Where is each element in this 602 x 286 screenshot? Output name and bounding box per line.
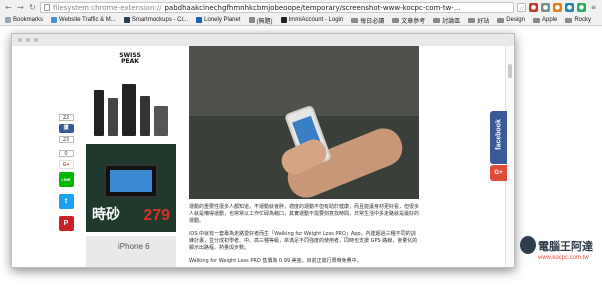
bookmark-folder[interactable]: 好站 [466, 16, 491, 25]
page-content: 22 讚 23 0 G+ LINE t P SWISS PEAK 時砂 279 [12, 46, 514, 267]
product-image [108, 98, 118, 136]
extension-icon-1[interactable]: ● [529, 3, 538, 12]
folder-icon [433, 17, 441, 23]
site-favicon-icon [280, 17, 287, 23]
bookmark-label: 討論區 [442, 18, 461, 25]
ad-swiss-peak[interactable]: SWISS PEAK [86, 50, 176, 140]
extension-toolbar: ☆ ● ● ● ● ● ≡ [517, 3, 598, 12]
share-sidebar: 22 讚 23 0 G+ LINE t P [56, 114, 76, 231]
bookmarks-bar: Bookmarks Website Traffic & M... Smartmo… [0, 15, 602, 26]
ad-iphone-label: iPhone 6 [118, 242, 150, 251]
extension-icon-3[interactable]: ● [553, 3, 562, 12]
bookmark-label: 文章參考 [401, 18, 426, 25]
star-icon[interactable]: ☆ [517, 3, 526, 12]
bookmark-item[interactable]: ImmiAccount - Login [279, 16, 346, 25]
product-image [140, 96, 150, 136]
pinterest-share-button[interactable]: P [58, 216, 74, 231]
bookmark-item[interactable]: Lonely Planet [194, 16, 242, 25]
ad-brand-logo: SWISS PEAK [119, 52, 141, 65]
back-arrow-icon[interactable]: ← [4, 3, 13, 13]
bookmark-item[interactable]: Smartmockups - Cr... [122, 16, 190, 25]
share-count: 22 [58, 114, 74, 121]
close-dot-icon[interactable] [18, 38, 22, 42]
folder-icon [468, 17, 476, 23]
menu-icon[interactable]: ≡ [589, 3, 598, 12]
gplus-floating-tab[interactable]: G+ [490, 165, 507, 181]
watermark-url: www.kocpc.com.tw [538, 255, 589, 261]
bookmarks-apps-button[interactable]: Bookmarks [3, 16, 45, 25]
site-favicon-icon [123, 17, 130, 23]
article-body: 運動的重要性很多人都知道，不運動就會胖，適度的運動不但有助於健康，而且能讓身材更… [189, 204, 420, 267]
watermark-logo-icon [520, 236, 536, 254]
zoom-dot-icon[interactable] [34, 38, 38, 42]
gplus-button[interactable]: G+ [58, 160, 74, 169]
window-titlebar [12, 34, 514, 46]
facebook-like-button[interactable]: 讚 [58, 124, 74, 133]
screenshot-window: 22 讚 23 0 G+ LINE t P SWISS PEAK 時砂 279 [11, 33, 515, 268]
folder-icon [497, 17, 505, 23]
article-paragraph: Walking for Weight Loss PRO 售價為 0.99 美金，… [189, 258, 362, 264]
reload-icon[interactable]: ↻ [28, 3, 37, 13]
site-favicon-icon [196, 17, 203, 23]
watermark-title: 電腦王阿達 [538, 240, 593, 253]
ad-iphone[interactable]: iPhone 6 [86, 236, 176, 267]
facebook-tab-label: facebook [495, 119, 503, 150]
apps-grid-icon [5, 17, 11, 23]
bookmark-folder[interactable]: 討論區 [431, 16, 462, 25]
folder-icon [532, 17, 540, 23]
bookmark-label: (無題) [256, 18, 273, 25]
ad-price: 279 [143, 207, 170, 224]
bookmark-folder[interactable]: 文章參考 [390, 16, 427, 25]
folder-icon [565, 17, 573, 23]
article-hero-photo [189, 46, 419, 199]
bookmark-item[interactable]: Website Traffic & M... [49, 16, 118, 25]
minimize-dot-icon[interactable] [26, 38, 30, 42]
site-favicon-icon [51, 17, 58, 23]
url-field[interactable]: filesystem:chrome-extension:// pabdhaakc… [40, 2, 514, 13]
like-count: 23 [58, 136, 74, 143]
twitter-share-button[interactable]: t [58, 194, 74, 209]
folder-icon [392, 17, 400, 23]
extension-icon-4[interactable]: ● [565, 3, 574, 12]
bookmark-folder[interactable]: Rocky [563, 16, 593, 25]
article-paragraph: iOS 中就有一套專為走路愛好者而生「Walking for Weight Lo… [189, 231, 418, 251]
bookmark-folder[interactable]: Apple [531, 16, 559, 25]
bookmark-label: Smartmockups - Cr... [131, 17, 189, 23]
bookmark-label: Apple [541, 17, 558, 23]
url-scheme: filesystem:chrome-extension:// [53, 3, 162, 12]
site-watermark: 電腦王阿達 www.kocpc.com.tw [520, 236, 600, 276]
line-share-button[interactable]: LINE [58, 172, 74, 187]
bookmark-folder[interactable]: 每日必讀 [349, 16, 386, 25]
product-image [154, 106, 168, 136]
page-icon [44, 4, 50, 11]
bookmark-label: Design [506, 17, 525, 23]
address-bar: ← → ↻ filesystem:chrome-extension:// pab… [0, 0, 602, 15]
bookmark-label: Website Traffic & M... [59, 17, 116, 23]
extension-icon-2[interactable]: ● [541, 3, 550, 12]
site-favicon-icon [248, 17, 255, 23]
tablet-image [104, 164, 158, 198]
bookmark-label: ImmiAccount - Login [288, 17, 344, 23]
ad-headline: 時砂 [92, 207, 120, 223]
folder-icon [351, 17, 359, 23]
bookmark-folder[interactable]: Design [495, 16, 527, 25]
product-image [94, 90, 104, 136]
bookmark-label: 每日必讀 [360, 18, 385, 25]
facebook-floating-tab[interactable]: facebook [490, 111, 507, 164]
gplus-count: 0 [58, 150, 74, 157]
url-path: pabdhaakclnechgfhmnhkcbmjobeoope/tempora… [164, 3, 461, 12]
scrollbar-thumb[interactable] [508, 64, 512, 78]
ad-tablet-promo[interactable]: 時砂 279 [86, 144, 176, 232]
bookmarks-apps-label: Bookmarks [13, 17, 44, 23]
ads-column: SWISS PEAK 時砂 279 iPhone 6 [86, 50, 190, 267]
article-paragraph: 運動的重要性很多人都知道，不運動就會胖，適度的運動不但有助於健康，而且能讓身材更… [189, 204, 420, 224]
bookmark-item[interactable]: (無題) [247, 16, 275, 25]
product-image [122, 84, 136, 136]
bookmark-label: Lonely Planet [204, 17, 241, 23]
extension-icon-5[interactable]: ● [577, 3, 586, 12]
forward-arrow-icon[interactable]: → [16, 3, 25, 13]
bookmark-label: Rocky [574, 17, 592, 23]
bookmark-label: 好站 [477, 18, 490, 25]
